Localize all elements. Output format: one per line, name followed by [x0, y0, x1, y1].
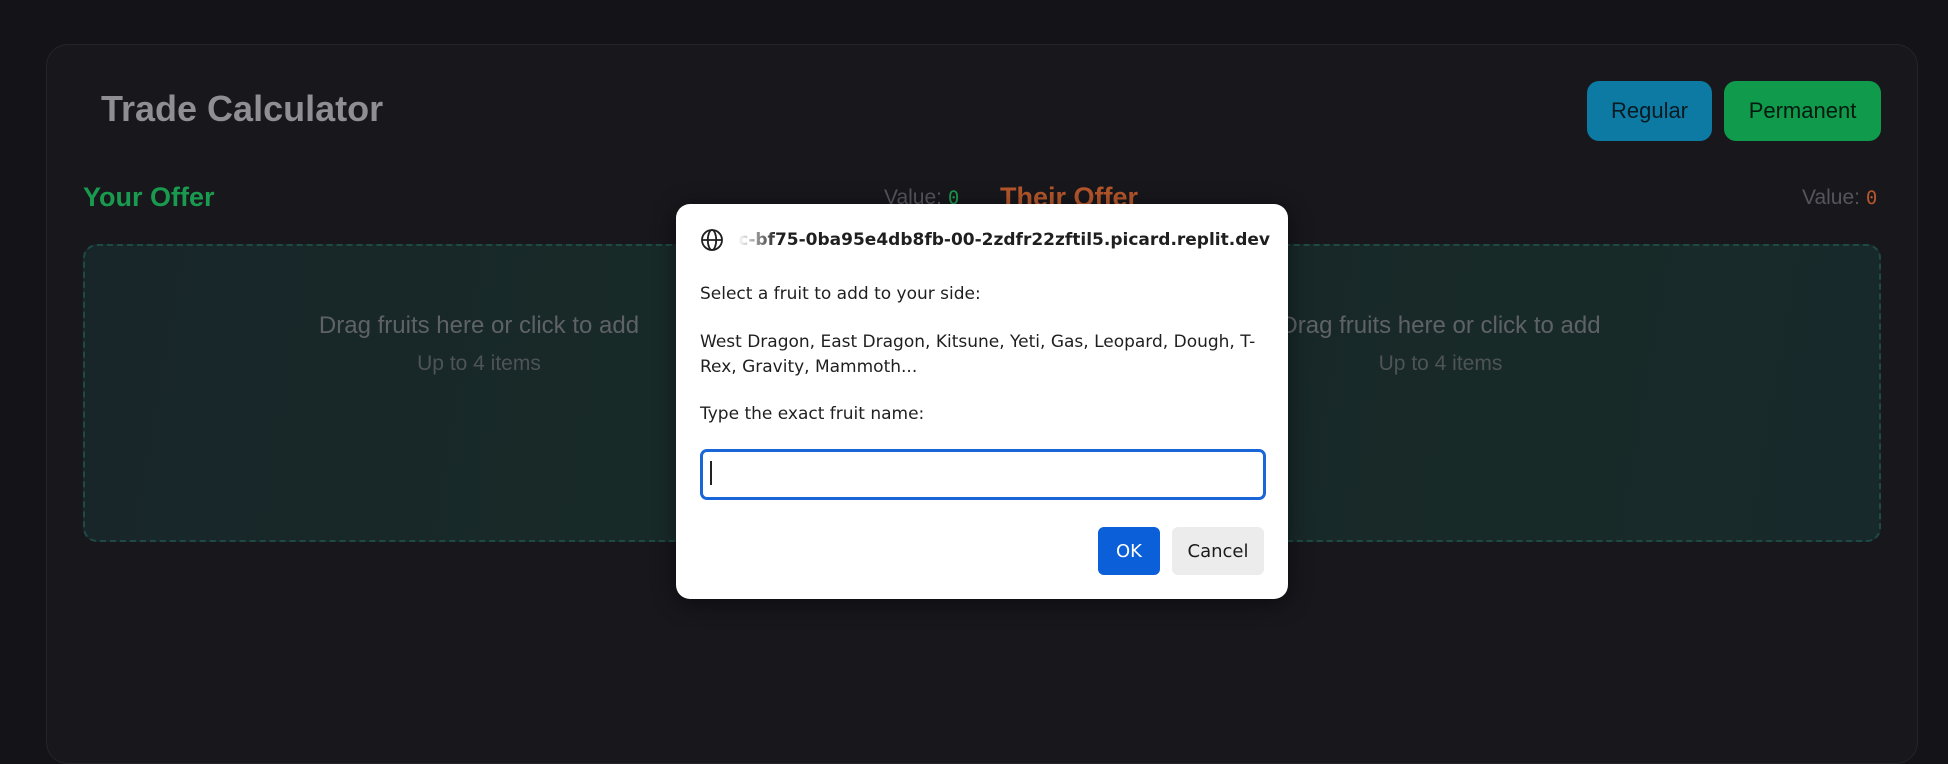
- dialog-origin-text: 6d59-41cc-bf75-0ba95e4db8fb-00-2zdfr22zf…: [738, 230, 1270, 250]
- dialog-instruction: Type the exact fruit name:: [700, 404, 925, 424]
- dialog-fruit-list: West Dragon, East Dragon, Kitsune, Yeti,…: [700, 332, 1256, 377]
- origin-fade: [738, 226, 778, 256]
- your-offer-title: Your Offer: [83, 182, 215, 212]
- dialog-message-heading: Select a fruit to add to your side:: [700, 284, 981, 304]
- prompt-dialog: 6d59-41cc-bf75-0ba95e4db8fb-00-2zdfr22zf…: [676, 204, 1288, 599]
- cancel-button[interactable]: Cancel: [1172, 527, 1264, 575]
- fruit-name-input[interactable]: [700, 449, 1266, 500]
- permanent-mode-button[interactable]: Permanent: [1724, 81, 1881, 141]
- their-offer-value-number: 0: [1865, 187, 1878, 209]
- ok-button[interactable]: OK: [1098, 527, 1160, 575]
- dialog-origin: 6d59-41cc-bf75-0ba95e4db8fb-00-2zdfr22zf…: [738, 230, 1270, 250]
- text-caret: [710, 461, 712, 485]
- regular-mode-button[interactable]: Regular: [1587, 81, 1712, 141]
- their-offer-value-label: Value:: [1802, 186, 1860, 209]
- globe-icon: [701, 229, 723, 251]
- page-title: Trade Calculator: [101, 88, 384, 129]
- their-offer-value: Value: 0: [1802, 186, 1877, 210]
